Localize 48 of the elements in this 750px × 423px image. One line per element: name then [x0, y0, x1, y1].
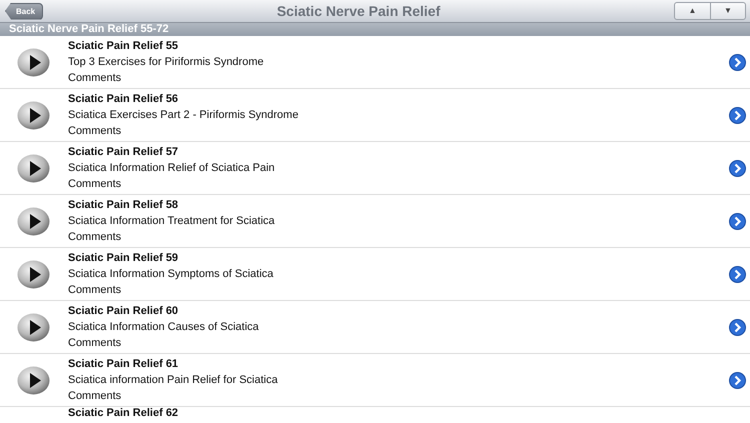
previous-button[interactable]: ▲ [674, 3, 710, 19]
play-icon[interactable] [17, 204, 50, 238]
item-subtitle: Sciatica Exercises Part 2 - Piriformis Syndrome [68, 108, 300, 123]
item-title: Sciatic Pain Relief 60 [68, 304, 180, 319]
item-subtitle: Sciatica Information Symptoms of Sciatica [68, 267, 274, 282]
item-title: Sciatic Pain Relief 55 [68, 39, 180, 54]
comments-link[interactable]: Comments [68, 335, 729, 351]
chevron-icon[interactable] [729, 54, 746, 70]
comments-link[interactable]: Comments [68, 123, 729, 139]
screen-title: Sciatic Nerve Pain Relief [276, 2, 440, 20]
item-title: Sciatic Pain Relief 57 [68, 145, 180, 160]
list-row[interactable]: Sciatic Pain Relief 55 Top 3 Exercises for Piriformis Syndrome Comments [0, 36, 750, 89]
list-row[interactable]: Sciatic Pain Relief 58 Sciatica Information Treatment for Sciatica Comments [0, 195, 750, 248]
chevron-icon[interactable] [729, 266, 746, 282]
list-row[interactable]: Sciatic Pain Relief 59 Sciatica Information Symptoms of Sciatica Comments [0, 248, 750, 301]
chevron-icon[interactable] [729, 212, 746, 230]
play-icon[interactable] [17, 46, 50, 78]
list-row[interactable]: Sciatic Pain Relief 60 Sciatica Information Causes of Sciatica Comments [0, 301, 750, 354]
item-title: Sciatic Pain Relief 58 [68, 198, 180, 213]
item-title: Sciatic Pain Relief 59 [68, 251, 180, 266]
next-button[interactable]: ▼ [710, 3, 745, 19]
comments-link[interactable]: Comments [68, 388, 729, 404]
comments-link[interactable]: Comments [68, 70, 729, 86]
list-row[interactable]: Sciatic Pain Relief 56 Sciatica Exercises Part 2 - Piriformis Syndrome Comments [0, 89, 750, 142]
play-icon[interactable] [17, 152, 50, 184]
item-title: Sciatic Pain Relief 56 [68, 92, 180, 107]
item-subtitle: Sciatica Information Treatment for Sciatica [68, 214, 276, 229]
play-icon[interactable] [17, 364, 50, 396]
item-title: Sciatic Pain Relief 62 [68, 407, 180, 419]
item-subtitle: Sciatica Information Relief of Sciatica Pain [68, 161, 276, 176]
chevron-icon[interactable] [729, 318, 746, 336]
chevron-icon[interactable] [729, 106, 746, 124]
item-title: Sciatic Pain Relief 61 [68, 357, 180, 372]
chevron-icon[interactable] [729, 372, 746, 388]
play-icon[interactable] [17, 258, 50, 290]
list-row[interactable]: Sciatic Pain Relief 62 [0, 407, 750, 419]
comments-link[interactable]: Comments [68, 229, 729, 245]
item-subtitle: Sciatica Information Causes of Sciatica [68, 320, 260, 335]
list-row[interactable]: Sciatic Pain Relief 61 Sciatica information Pain Relief for Sciatica Comments [0, 354, 750, 407]
item-subtitle: Top 3 Exercises for Piriformis Syndrome [68, 55, 265, 70]
item-subtitle: Sciatica information Pain Relief for Sciatica [68, 373, 279, 388]
comments-link[interactable]: Comments [68, 282, 729, 298]
section-header: Sciatic Nerve Pain Relief 55-72 [0, 23, 750, 36]
chevron-icon[interactable] [729, 160, 746, 176]
list-row[interactable]: Sciatic Pain Relief 57 Sciatica Information Relief of Sciatica Pain Comments [0, 142, 750, 195]
comments-link[interactable]: Comments [68, 176, 729, 192]
play-icon[interactable] [17, 310, 50, 344]
play-icon[interactable] [17, 98, 50, 132]
